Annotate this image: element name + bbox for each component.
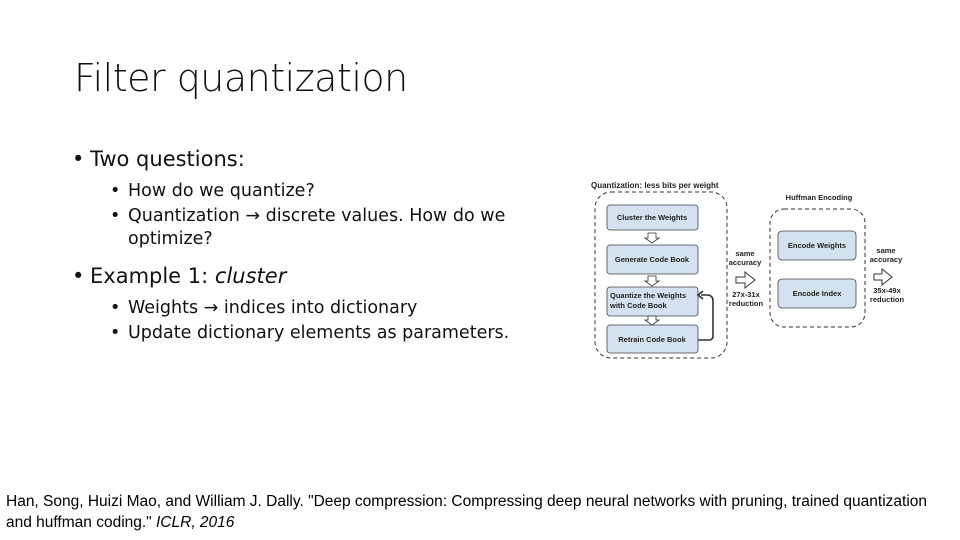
- arrow1-label-same: same: [735, 249, 754, 258]
- sub-bullet-quantization-optimize: Quantization → discrete values. How do w…: [72, 205, 572, 251]
- sub-bullet-text: indices into dictionary: [223, 298, 418, 318]
- huffman-group-border: [769, 208, 866, 328]
- citation-venue: ICLR, 2016: [156, 514, 235, 531]
- quantization-title: Quantization: less bits per weight: [591, 181, 719, 190]
- arrow2-label-reduction: reduction: [870, 295, 905, 304]
- right-arrow-icon: [735, 270, 756, 290]
- arrow2-label-ratio: 35x-49x: [873, 286, 901, 295]
- arrow2-label-same: same: [876, 246, 895, 255]
- deep-compression-diagram: Quantization: less bits per weight Clust…: [591, 181, 905, 359]
- bullet-list: Two questions: How do we quantize? Quant…: [72, 144, 572, 355]
- citation-text: Han, Song, Huizi Mao, and William J. Dal…: [6, 493, 928, 531]
- sub-bullet-how-quantize: How do we quantize?: [72, 180, 572, 203]
- bullet-text: Example 1:: [90, 264, 215, 288]
- sub-bullet-update-dictionary: Update dictionary elements as parameters…: [72, 322, 572, 345]
- huffman-title: Huffman Encoding: [786, 193, 853, 202]
- bullet-example-cluster: Example 1: cluster: [72, 261, 572, 291]
- step-label-quantize-2: with Code Book: [609, 301, 667, 310]
- step-label-generate: Generate Code Book: [615, 255, 690, 264]
- arrow1-label-ratio: 27x-31x: [732, 290, 760, 299]
- huffman-label-weights: Encode Weights: [788, 241, 846, 250]
- right-arrow-icon: →: [245, 206, 261, 226]
- right-arrow-icon: [873, 267, 893, 287]
- down-arrow-icon: [643, 275, 661, 287]
- arrow1-label-accuracy: accuracy: [729, 258, 762, 267]
- bullet-group-example: Example 1: cluster Weights → indices int…: [72, 261, 572, 345]
- sub-bullet-text: Quantization: [128, 206, 240, 226]
- step-label-quantize-1: Quantize the Weights: [610, 291, 686, 300]
- arrow1-label-reduction: reduction: [729, 299, 764, 308]
- bullet-group-questions: Two questions: How do we quantize? Quant…: [72, 144, 572, 251]
- feedback-loop-arrow-icon: [696, 290, 714, 341]
- down-arrow-icon: [643, 232, 661, 244]
- citation: Han, Song, Huizi Mao, and William J. Dal…: [6, 491, 956, 533]
- bullet-two-questions: Two questions:: [72, 144, 572, 174]
- down-arrow-icon: [643, 315, 661, 326]
- bullet-italic-text: cluster: [214, 264, 287, 288]
- huffman-label-index: Encode Index: [793, 289, 843, 298]
- slide-title: Filter quantization: [74, 56, 408, 100]
- right-arrow-icon: →: [203, 298, 219, 318]
- step-label-cluster: Cluster the Weights: [617, 213, 687, 222]
- sub-bullet-weights-indices: Weights → indices into dictionary: [72, 297, 572, 320]
- sub-bullet-text: Weights: [128, 298, 199, 318]
- step-label-retrain: Retrain Code Book: [618, 335, 686, 344]
- arrow2-label-accuracy: accuracy: [870, 255, 903, 264]
